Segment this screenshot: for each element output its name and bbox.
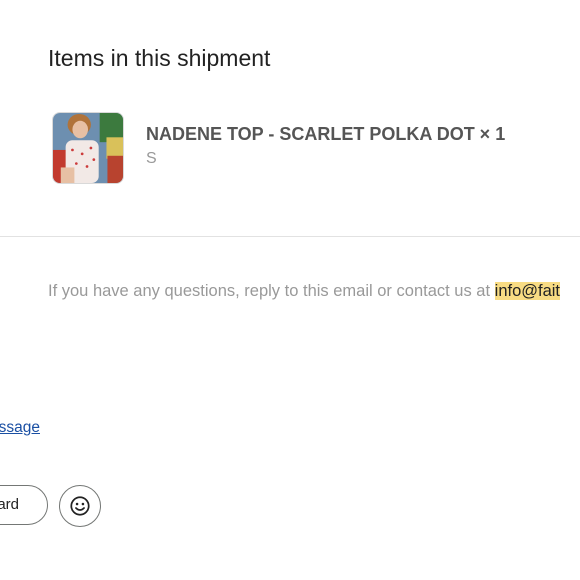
smiley-face-icon — [70, 496, 90, 516]
item-variant: S — [146, 150, 157, 167]
contact-message: If you have any questions, reply to this… — [48, 282, 561, 301]
item-details: NADENE TOP - SCARLET POLKA DOT × 1 S — [146, 112, 505, 168]
emoji-reaction-button[interactable] — [59, 485, 101, 527]
forward-button[interactable]: ard — [0, 485, 48, 525]
contact-email-link[interactable]: info@fait — [494, 282, 561, 300]
product-thumbnail[interactable] — [52, 112, 124, 184]
section-divider — [0, 236, 580, 237]
email-page: Items in this shipment NADENE TOP - SCAR… — [0, 0, 580, 580]
message-link[interactable]: essage — [0, 419, 40, 437]
contact-text: If you have any questions, reply to this… — [48, 282, 495, 300]
shipment-item: NADENE TOP - SCARLET POLKA DOT × 1 S — [52, 112, 505, 184]
item-name: NADENE TOP - SCARLET POLKA DOT × 1 — [146, 124, 506, 144]
product-photo-image — [53, 113, 123, 183]
shipment-section-title: Items in this shipment — [48, 45, 271, 71]
